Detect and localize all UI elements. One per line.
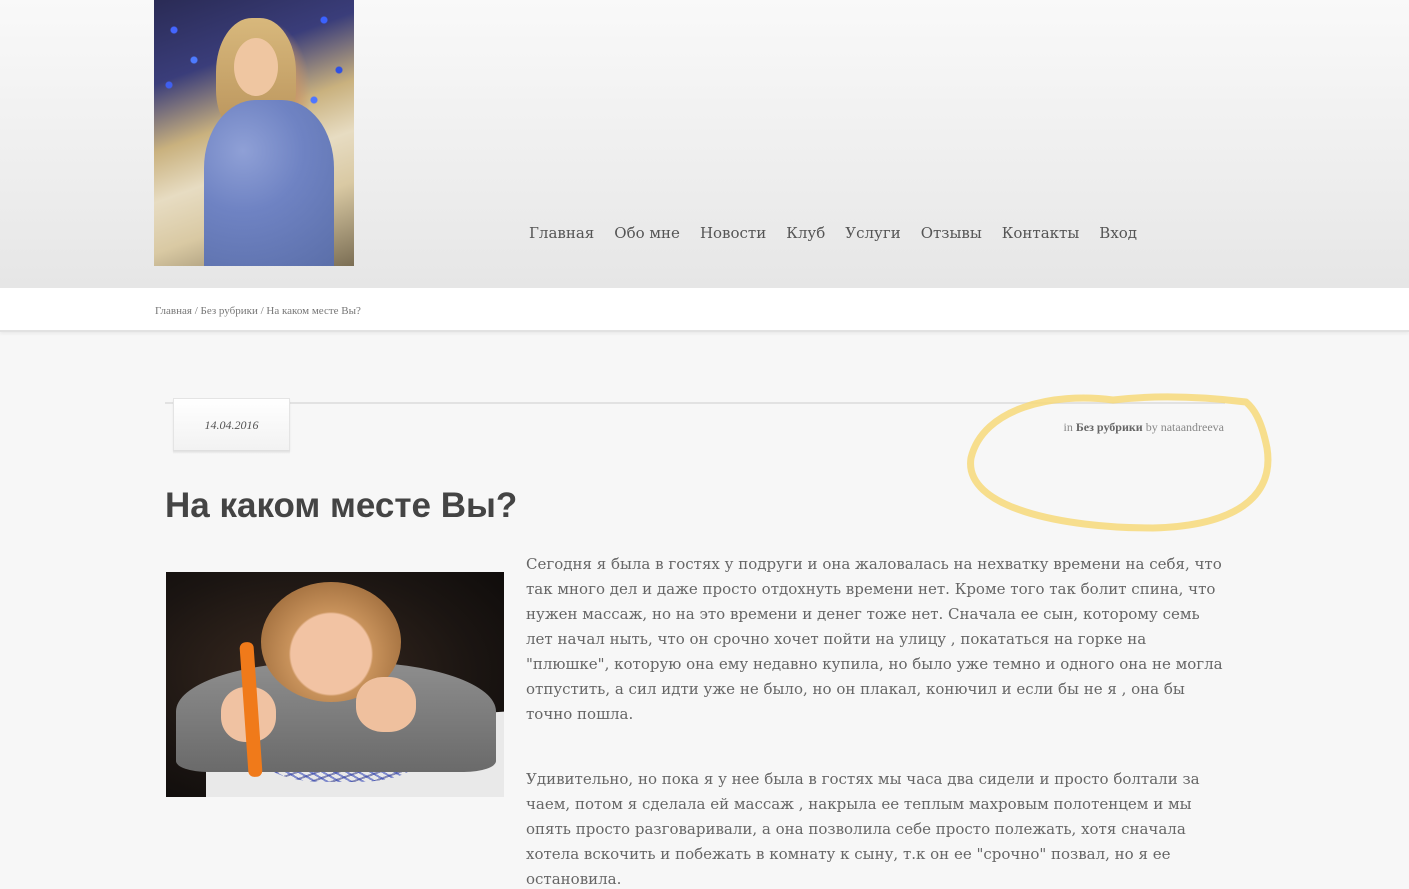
byline-by: by: [1142, 420, 1161, 434]
site-header: Главная Обо мне Новости Клуб Услуги Отзы…: [0, 0, 1409, 288]
nav-item-home[interactable]: Главная: [529, 224, 594, 242]
nav-item-login[interactable]: Вход: [1099, 224, 1137, 242]
nav-item-reviews[interactable]: Отзывы: [921, 224, 982, 242]
breadcrumb-bar: Главная / Без рубрики / На каком месте В…: [0, 288, 1409, 332]
post-date: 14.04.2016: [173, 398, 290, 454]
logo-face: [234, 38, 278, 96]
byline-category-link[interactable]: Без рубрики: [1076, 420, 1143, 434]
byline-author-link[interactable]: nataandreeva: [1161, 420, 1224, 434]
nav-item-club[interactable]: Клуб: [786, 224, 825, 242]
nav-item-services[interactable]: Услуги: [845, 224, 900, 242]
post-paragraph: Удивительно, но пока я у нее была в гост…: [526, 770, 1200, 888]
post-title: На каком месте Вы?: [165, 486, 518, 525]
breadcrumb-category[interactable]: Без рубрики: [201, 305, 258, 317]
image-hand-right: [356, 677, 416, 732]
breadcrumb-current: На каком месте Вы?: [266, 305, 361, 317]
highlight-annotation: [967, 393, 1272, 532]
byline-in: in: [1063, 420, 1076, 434]
logo-shirt: [204, 100, 334, 266]
breadcrumb: Главная / Без рубрики / На каком месте В…: [155, 305, 361, 317]
nav-item-news[interactable]: Новости: [700, 224, 766, 242]
nav-item-contacts[interactable]: Контакты: [1002, 224, 1080, 242]
post-byline: in Без рубрики by nataandreeva: [1064, 420, 1225, 435]
site-logo-photo[interactable]: [154, 0, 354, 266]
post-body: Сегодня я была в гостях у подруги и она …: [526, 552, 1226, 889]
breadcrumb-home[interactable]: Главная: [155, 305, 192, 317]
post-meta-divider: [165, 402, 1225, 404]
nav-item-about[interactable]: Обо мне: [614, 224, 680, 242]
post-featured-image: [166, 572, 504, 797]
breadcrumb-separator: /: [191, 305, 201, 317]
main-nav: Главная Обо мне Новости Клуб Услуги Отзы…: [529, 224, 1157, 242]
post-paragraph: Сегодня я была в гостях у подруги и она …: [526, 555, 1223, 723]
